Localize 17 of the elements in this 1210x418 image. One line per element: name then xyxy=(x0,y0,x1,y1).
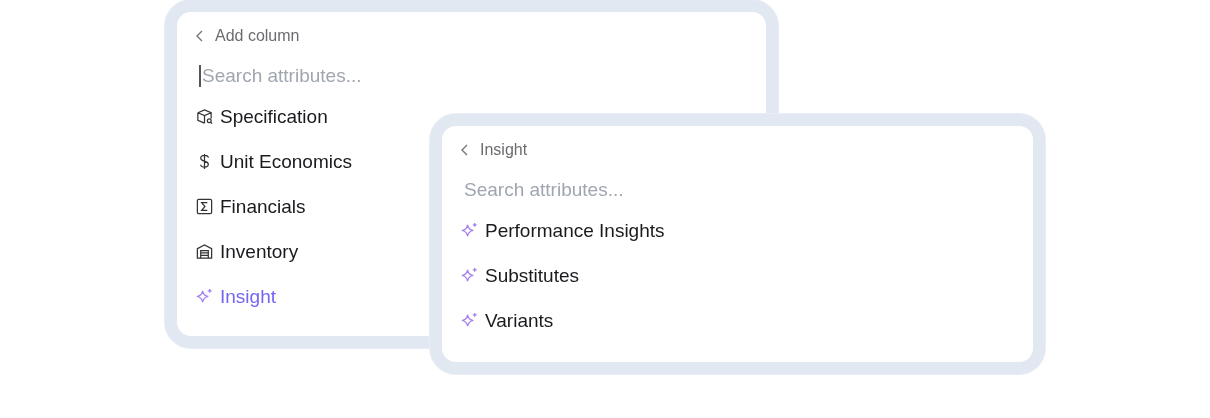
sigma-icon xyxy=(195,197,214,216)
menu-item[interactable]: Insight xyxy=(191,274,280,319)
back-button[interactable]: Add column xyxy=(191,24,304,48)
menu-item[interactable]: Substitutes xyxy=(456,253,583,298)
menu-item[interactable]: Specification xyxy=(191,94,332,139)
search-field[interactable]: Search attributes... xyxy=(464,179,784,201)
menu-item[interactable]: Performance Insights xyxy=(456,208,669,253)
menu-item[interactable]: Inventory xyxy=(191,229,303,274)
search-field[interactable]: Search attributes... xyxy=(199,65,522,87)
warehouse-icon xyxy=(195,242,214,261)
menu-item[interactable]: Variants xyxy=(456,298,558,343)
chevron-left-icon xyxy=(195,30,205,42)
box-icon xyxy=(195,107,214,126)
menu-item[interactable]: Unit Economics xyxy=(191,139,356,184)
chevron-left-icon xyxy=(460,144,470,156)
menu-item[interactable]: Financials xyxy=(191,184,310,229)
back-button[interactable]: Insight xyxy=(456,138,532,162)
